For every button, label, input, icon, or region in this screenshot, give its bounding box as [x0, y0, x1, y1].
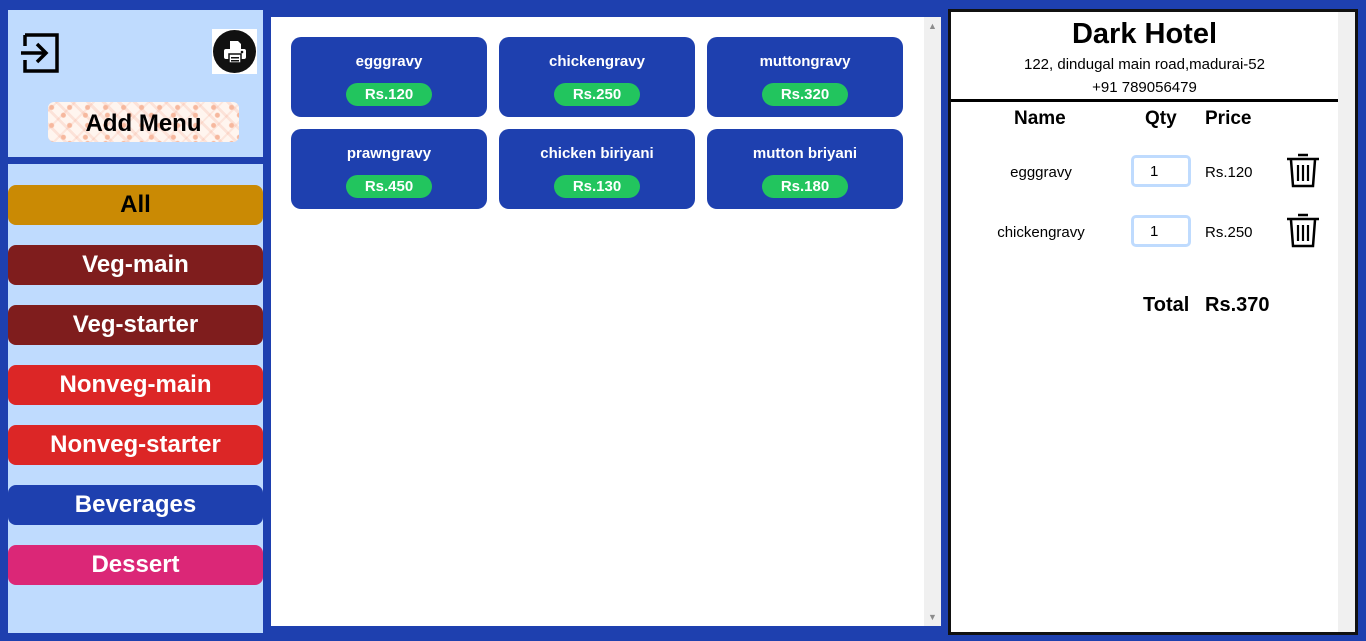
- category-label: Beverages: [74, 491, 197, 518]
- category-label: All: [120, 191, 151, 218]
- bill-scrollbar[interactable]: [1338, 12, 1355, 632]
- add-menu-button[interactable]: Add Menu: [48, 102, 239, 142]
- category-list: All Veg-main Veg-starter Nonveg-main Non…: [8, 185, 263, 605]
- scroll-up-arrow-icon[interactable]: ▲: [928, 21, 937, 31]
- category-label: Veg-starter: [72, 311, 199, 338]
- menu-item-price: Rs.120: [346, 83, 432, 106]
- quantity-input[interactable]: [1131, 155, 1191, 187]
- hotel-name: Dark Hotel: [1071, 18, 1218, 50]
- sidebar-divider: [8, 157, 263, 164]
- total-label: Total: [1143, 294, 1190, 316]
- order-item-name: chickengravy: [997, 224, 1085, 241]
- menu-item-name: chickengravy: [549, 53, 645, 70]
- category-beverages-button[interactable]: Beverages: [8, 485, 263, 525]
- category-label: Nonveg-starter: [50, 431, 221, 458]
- category-dessert-button[interactable]: Dessert: [8, 545, 263, 585]
- total-value: Rs.370: [1205, 294, 1270, 316]
- menu-item-price: Rs.250: [554, 83, 640, 106]
- add-menu-label: Add Menu: [85, 110, 202, 137]
- order-row: chickengravy Rs.250: [951, 211, 1338, 254]
- menu-scrollbar[interactable]: ▲ ▼: [924, 17, 941, 626]
- sidebar: Add Menu All Veg-main Veg-starter Nonveg…: [8, 10, 263, 633]
- menu-item-card[interactable]: muttongravy Rs.320: [707, 37, 903, 117]
- order-item-price: Rs.120: [1205, 164, 1253, 181]
- menu-item-card[interactable]: mutton briyani Rs.180: [707, 129, 903, 209]
- category-nonveg-starter-button[interactable]: Nonveg-starter: [8, 425, 263, 465]
- menu-item-name: chicken biriyani: [540, 145, 654, 162]
- column-header-name: Name: [1014, 108, 1066, 129]
- quantity-input[interactable]: [1131, 215, 1191, 247]
- order-item-price: Rs.250: [1205, 224, 1253, 241]
- trash-icon[interactable]: [1285, 211, 1321, 249]
- logout-icon[interactable]: [19, 32, 61, 74]
- menu-item-name: egggravy: [355, 53, 423, 70]
- column-header-qty: Qty: [1145, 108, 1177, 129]
- category-nonveg-main-button[interactable]: Nonveg-main: [8, 365, 263, 405]
- hotel-address: 122, dindugal main road,madurai-52: [1024, 56, 1265, 73]
- menu-grid: egggravy Rs.120 chickengravy Rs.250 mutt…: [291, 37, 911, 209]
- printer-icon: [223, 40, 246, 64]
- menu-item-name: muttongravy: [759, 53, 851, 70]
- category-label: Veg-main: [82, 251, 189, 278]
- menu-item-name: mutton briyani: [752, 145, 858, 162]
- category-all-button[interactable]: All: [8, 185, 263, 225]
- bill-divider: [951, 99, 1338, 102]
- menu-item-card[interactable]: prawngravy Rs.450: [291, 129, 487, 209]
- category-veg-starter-button[interactable]: Veg-starter: [8, 305, 263, 345]
- category-label: Dessert: [91, 551, 180, 578]
- menu-item-name: prawngravy: [346, 145, 432, 162]
- hotel-phone: +91 789056479: [1092, 79, 1197, 96]
- menu-panel: egggravy Rs.120 chickengravy Rs.250 mutt…: [271, 17, 941, 626]
- menu-item-price: Rs.130: [554, 175, 640, 198]
- category-veg-main-button[interactable]: Veg-main: [8, 245, 263, 285]
- menu-item-price: Rs.320: [762, 83, 848, 106]
- menu-item-card[interactable]: egggravy Rs.120: [291, 37, 487, 117]
- menu-item-card[interactable]: chicken biriyani Rs.130: [499, 129, 695, 209]
- menu-item-card[interactable]: chickengravy Rs.250: [499, 37, 695, 117]
- menu-item-price: Rs.450: [346, 175, 432, 198]
- scroll-down-arrow-icon[interactable]: ▼: [928, 612, 937, 622]
- order-item-name: egggravy: [1010, 164, 1072, 181]
- bill-panel: Dark Hotel 122, dindugal main road,madur…: [948, 9, 1358, 635]
- column-header-price: Price: [1205, 108, 1252, 129]
- bill-content: Dark Hotel 122, dindugal main road,madur…: [951, 12, 1355, 632]
- menu-item-price: Rs.180: [762, 175, 848, 198]
- print-button[interactable]: [212, 29, 257, 74]
- trash-icon[interactable]: [1285, 151, 1321, 189]
- order-row: egggravy Rs.120: [951, 151, 1338, 194]
- category-label: Nonveg-main: [59, 371, 212, 398]
